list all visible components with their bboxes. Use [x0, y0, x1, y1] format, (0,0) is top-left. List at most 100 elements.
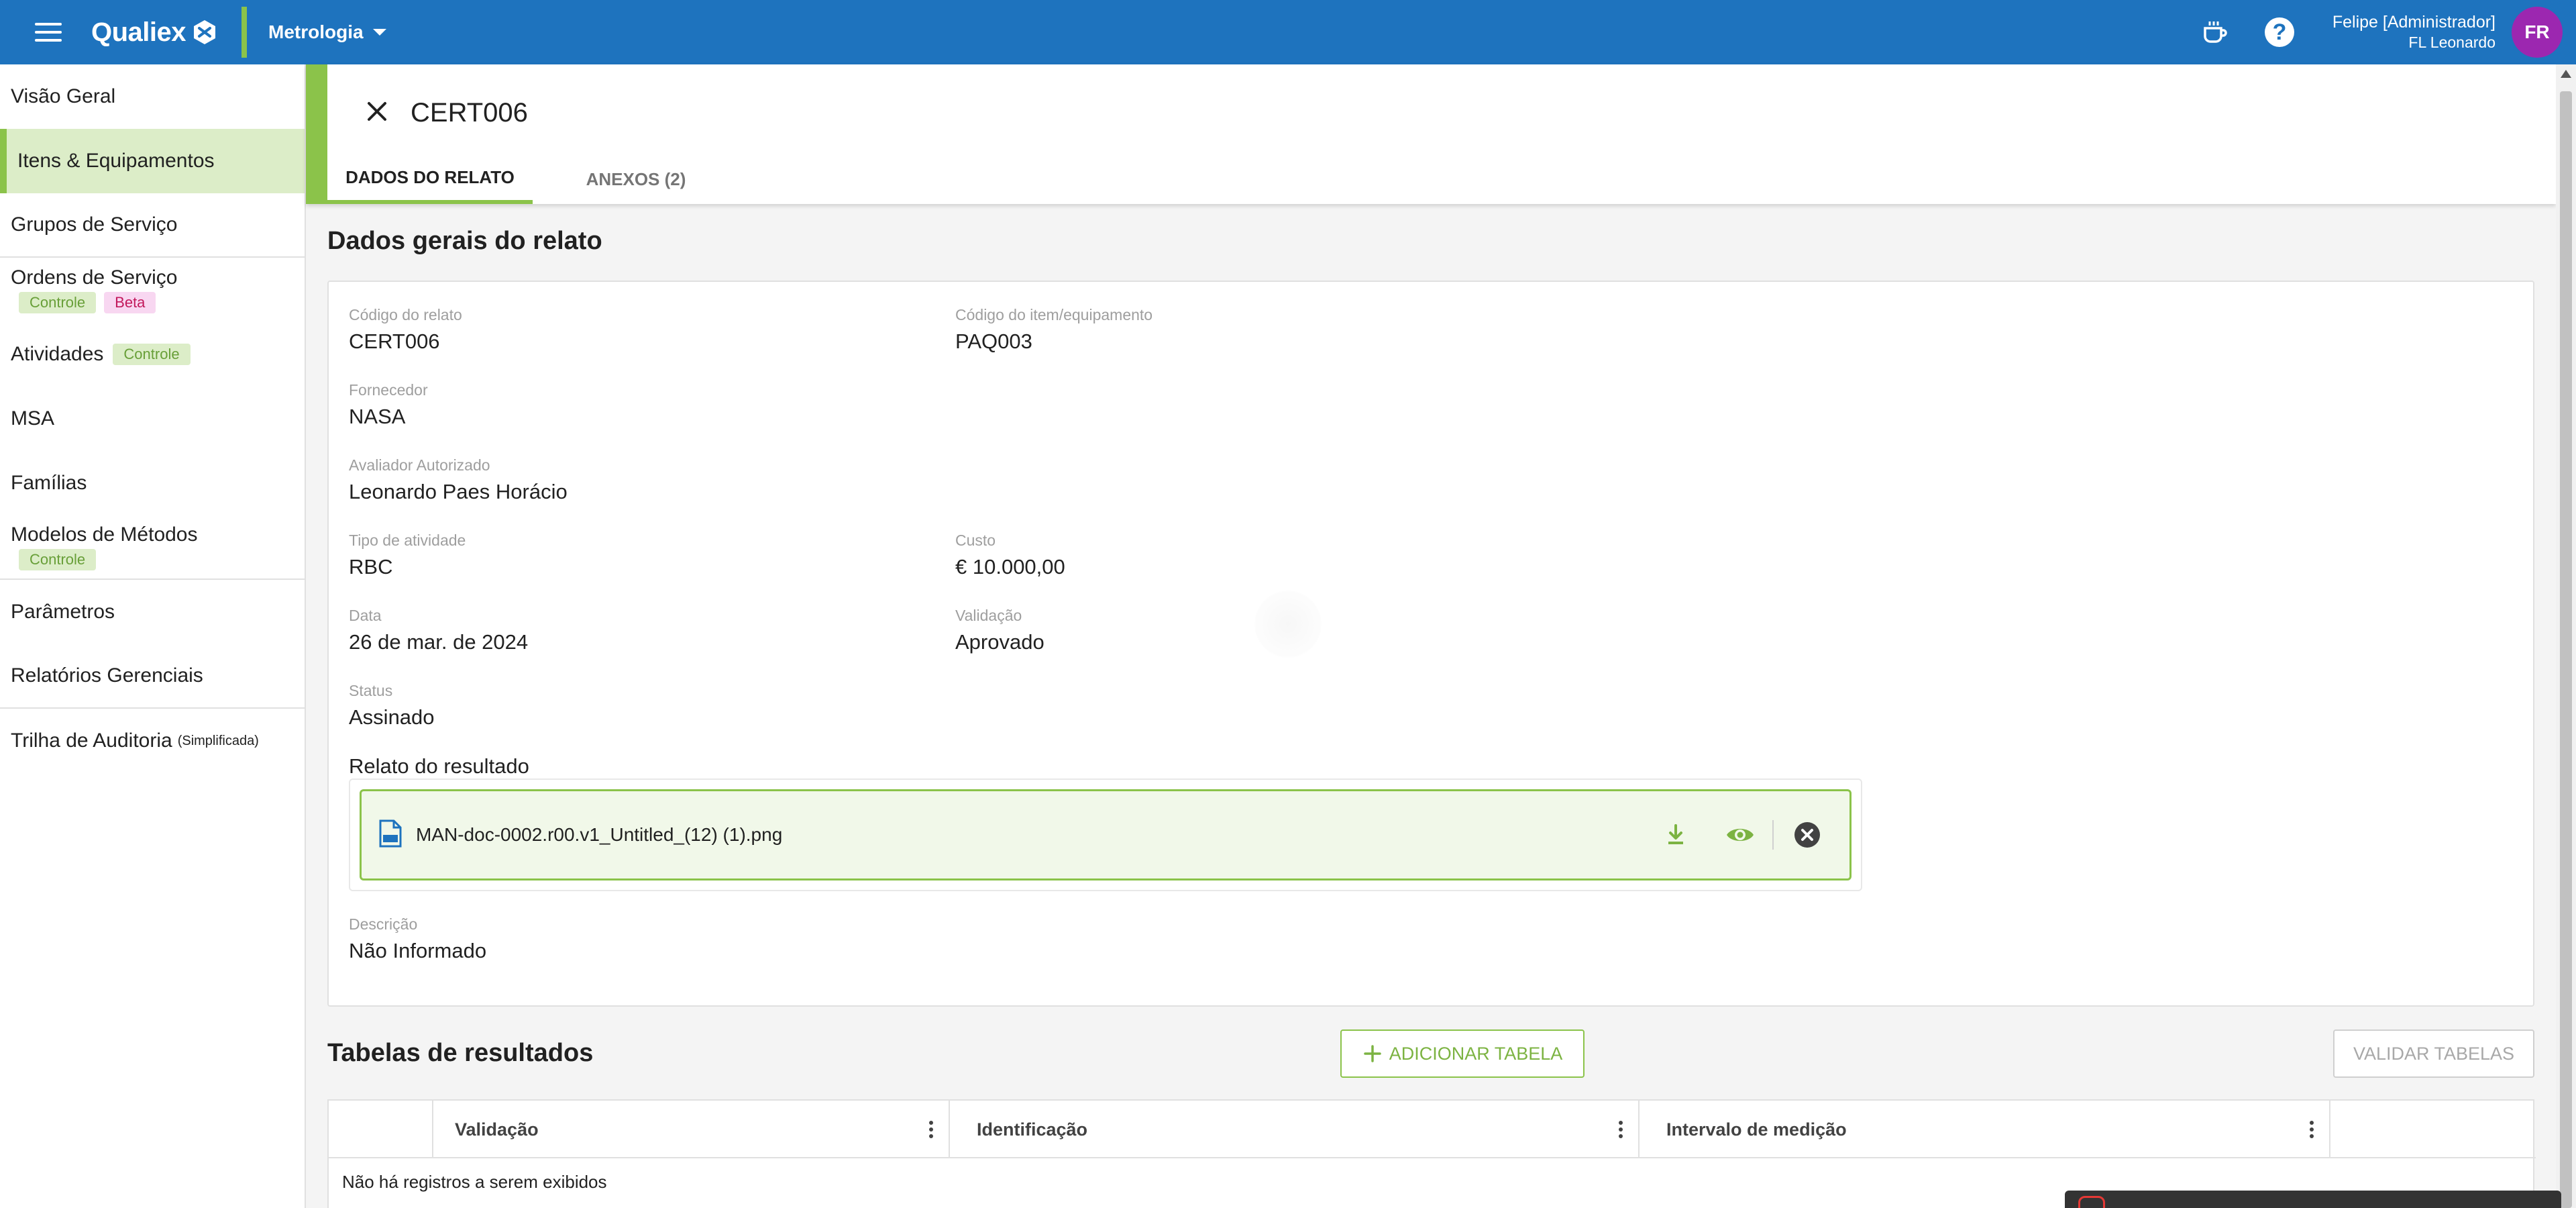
remove-circle-svg [1794, 822, 1820, 848]
field-label: Status [349, 682, 393, 699]
column-header-intervalo[interactable]: Intervalo de medição [1640, 1101, 2330, 1158]
field-value: Não Informado [349, 939, 487, 962]
action-divider [1772, 820, 1774, 850]
relato-resultado-label: Relato do resultado [349, 754, 529, 778]
field-codigo-item: Código do item/equipamento PAQ003 [955, 306, 1152, 354]
column-menu-icon[interactable] [928, 1121, 934, 1138]
column-header-identificacao[interactable]: Identificação [950, 1101, 1640, 1158]
field-descricao: Descrição Não Informado [349, 915, 486, 963]
column-header-label: Validação [455, 1119, 539, 1140]
badge-group: Controle [11, 549, 305, 570]
sidebar-item-relatorios[interactable]: Relatórios Gerenciais [0, 644, 305, 709]
field-tipo-atividade: Tipo de atividade RBC [349, 532, 466, 579]
download-icon[interactable] [1658, 817, 1693, 852]
sidebar-item-label: Ordens de Serviço [11, 266, 178, 289]
ripple-effect [1254, 591, 1322, 658]
coffee-cup-icon[interactable] [2198, 15, 2233, 50]
field-data: Data 26 de mar. de 2024 [349, 607, 528, 654]
add-table-button[interactable]: ADICIONAR TABELA [1340, 1029, 1585, 1078]
field-label: Código do item/equipamento [955, 306, 1153, 323]
logo-mark-icon [194, 20, 216, 44]
snackbar-alert-icon [2078, 1196, 2105, 1208]
field-label: Avaliador Autorizado [349, 456, 490, 474]
module-label: Metrologia [268, 21, 364, 42]
field-value: 26 de mar. de 2024 [349, 630, 529, 654]
badge-controle: Controle [19, 549, 97, 570]
sidebar-item-label: Parâmetros [11, 601, 115, 623]
field-label: Descrição [349, 915, 418, 933]
sidebar-item-trilha-auditoria[interactable]: Trilha de Auditoria (Simplificada) [0, 709, 305, 773]
field-label: Fornecedor [349, 381, 428, 399]
scrollbar[interactable] [2556, 64, 2576, 1208]
field-value: RBC [349, 555, 393, 578]
column-header-validacao[interactable]: Validação [433, 1101, 950, 1158]
field-value: Aprovado [955, 630, 1044, 654]
sidebar-item-label: Relatórios Gerenciais [11, 664, 203, 687]
field-value: NASA [349, 405, 406, 428]
tab-anexos[interactable]: ANEXOS (2) [555, 154, 716, 204]
field-value: PAQ003 [955, 330, 1032, 353]
field-value: € 10.000,00 [955, 555, 1065, 578]
hamburger-menu-icon[interactable] [34, 20, 63, 44]
field-value: CERT006 [349, 330, 440, 353]
caret-down-icon [372, 29, 386, 36]
field-label: Data [349, 607, 382, 624]
column-header-label: Intervalo de medição [1666, 1119, 1847, 1140]
sidebar-item-row: Trilha de Auditoria (Simplificada) [11, 729, 305, 752]
sidebar-item-grupos-servico[interactable]: Grupos de Serviço [0, 193, 305, 258]
file-name[interactable]: MAN-doc-0002.r00.v1_Untitled_(12) (1).pn… [416, 824, 782, 846]
eye-icon[interactable] [1723, 817, 1758, 852]
sidebar-item-note: (Simplificada) [177, 733, 259, 748]
user-company: FL Leonardo [2408, 34, 2496, 51]
sidebar-item-ordens-servico[interactable]: Ordens de Serviço Controle Beta [0, 258, 305, 322]
sidebar-item-visao-geral[interactable]: Visão Geral [0, 64, 305, 129]
sidebar-item-atividades[interactable]: Atividades Controle [0, 322, 305, 387]
field-label: Tipo de atividade [349, 532, 466, 549]
page-title: CERT006 [411, 98, 528, 128]
close-icon[interactable] [364, 98, 390, 125]
tab-dados-do-relato[interactable]: DADOS DO RELATO [327, 154, 533, 204]
top-bar: Qualiex Metrologia ? Felipe [Administrad… [0, 0, 2576, 64]
field-custo: Custo € 10.000,00 [955, 532, 1065, 579]
brand-divider [241, 7, 247, 58]
user-info[interactable]: Felipe [Administrador] FL Leonardo [2332, 12, 2496, 52]
validate-tables-button[interactable]: VALIDAR TABELAS [2333, 1029, 2534, 1078]
brand-logo[interactable]: Qualiex [91, 15, 218, 50]
column-menu-icon[interactable] [2309, 1121, 2314, 1138]
sidebar-item-label: Famílias [11, 472, 87, 494]
user-name: Felipe [Administrador] [2332, 13, 2496, 32]
snackbar [2065, 1191, 2561, 1208]
scroll-up-arrow-icon[interactable] [2561, 70, 2571, 78]
field-fornecedor: Fornecedor NASA [349, 381, 428, 429]
scroll-thumb[interactable] [2560, 91, 2572, 1208]
field-codigo-relato: Código do relato CERT006 [349, 306, 462, 354]
column-header-label: Identificação [977, 1119, 1088, 1140]
sidebar-item-label: Atividades [11, 343, 104, 365]
help-icon[interactable]: ? [2262, 15, 2297, 50]
eye-svg [1727, 829, 1754, 841]
sidebar-item-parametros[interactable]: Parâmetros [0, 580, 305, 644]
add-table-label: ADICIONAR TABELA [1389, 1043, 1563, 1064]
badge-controle: Controle [19, 292, 97, 313]
field-validacao: Validação Aprovado [955, 607, 1044, 654]
remove-circle-icon[interactable] [1790, 817, 1825, 852]
sidebar-item-modelos-metodos[interactable]: Modelos de Métodos Controle [0, 515, 305, 580]
badge-controle: Controle [113, 344, 191, 365]
field-label: Validação [955, 607, 1022, 624]
sidebar-item-row: Atividades Controle [11, 343, 305, 366]
sidebar: Visão Geral Itens & Equipamentos Grupos … [0, 64, 306, 1208]
download-svg [1668, 824, 1683, 844]
brand-name: Qualiex [91, 17, 186, 47]
avatar[interactable]: FR [2512, 7, 2563, 58]
sidebar-item-msa[interactable]: MSA [0, 387, 305, 451]
sidebar-item-label: Trilha de Auditoria [11, 729, 172, 752]
sidebar-item-itens-equipamentos[interactable]: Itens & Equipamentos [0, 129, 305, 193]
sidebar-item-label: Grupos de Serviço [11, 213, 178, 236]
field-avaliador: Avaliador Autorizado Leonardo Paes Horác… [349, 456, 568, 504]
sidebar-item-label: MSA [11, 407, 55, 430]
sidebar-item-familias[interactable]: Famílias [0, 451, 305, 515]
module-selector[interactable]: Metrologia [268, 19, 386, 46]
column-menu-icon[interactable] [1618, 1121, 1623, 1138]
badge-beta: Beta [104, 292, 156, 313]
section-title-tabelas: Tabelas de resultados [327, 1039, 594, 1067]
